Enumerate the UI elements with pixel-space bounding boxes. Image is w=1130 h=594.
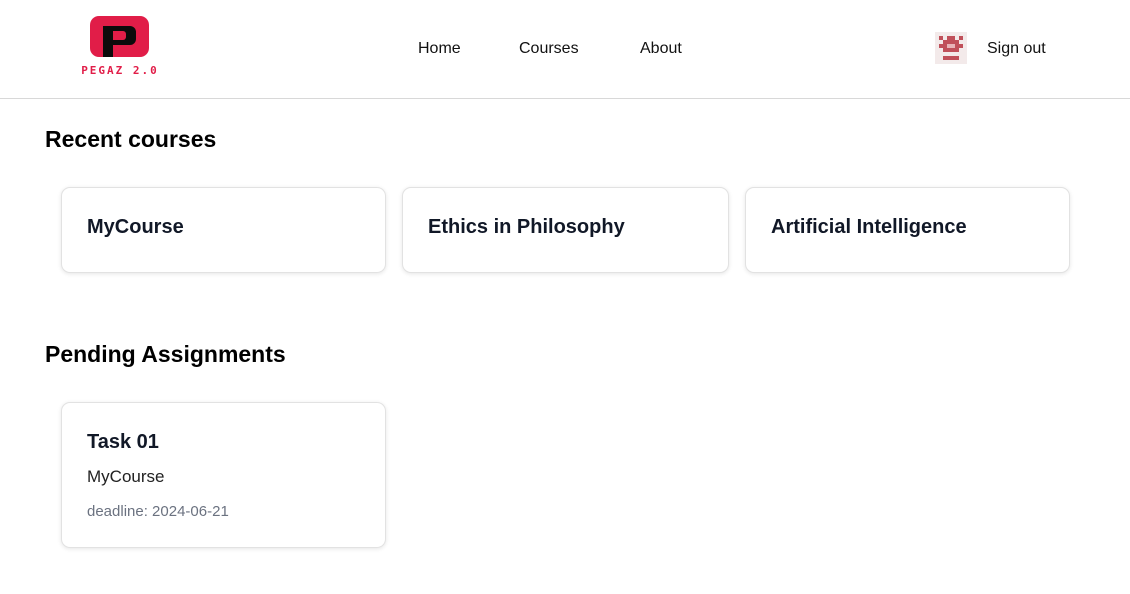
assignment-course: MyCourse bbox=[87, 467, 165, 486]
assignment-card-task-01[interactable]: Task 01 MyCourse deadline: 2024-06-21 bbox=[61, 402, 386, 548]
user-avatar[interactable] bbox=[935, 32, 967, 64]
course-card-title: Ethics in Philosophy bbox=[428, 216, 625, 238]
top-navbar: PEGAZ 2.0 Home Courses About Sign out bbox=[0, 0, 1130, 99]
brand-logo-text: PEGAZ 2.0 bbox=[81, 64, 159, 77]
recent-courses-heading: Recent courses bbox=[45, 126, 217, 152]
nav-link-home[interactable]: Home bbox=[418, 38, 461, 60]
pending-assignments-heading: Pending Assignments bbox=[45, 341, 286, 367]
sign-out-link[interactable]: Sign out bbox=[987, 38, 1046, 60]
assignment-title: Task 01 bbox=[87, 431, 159, 453]
course-card-mycourse[interactable]: MyCourse bbox=[61, 187, 386, 273]
brand-logo[interactable]: PEGAZ 2.0 bbox=[74, 14, 166, 80]
course-card-title: Artificial Intelligence bbox=[771, 216, 967, 238]
nav-link-about[interactable]: About bbox=[640, 38, 682, 60]
assignment-deadline: deadline: 2024-06-21 bbox=[87, 503, 229, 520]
pegaz-logo-icon bbox=[90, 16, 149, 57]
nav-link-courses[interactable]: Courses bbox=[519, 38, 579, 60]
course-card-title: MyCourse bbox=[87, 216, 184, 238]
course-card-ethics-in-philosophy[interactable]: Ethics in Philosophy bbox=[402, 187, 729, 273]
course-card-artificial-intelligence[interactable]: Artificial Intelligence bbox=[745, 187, 1070, 273]
pixel-avatar-icon bbox=[935, 32, 967, 64]
